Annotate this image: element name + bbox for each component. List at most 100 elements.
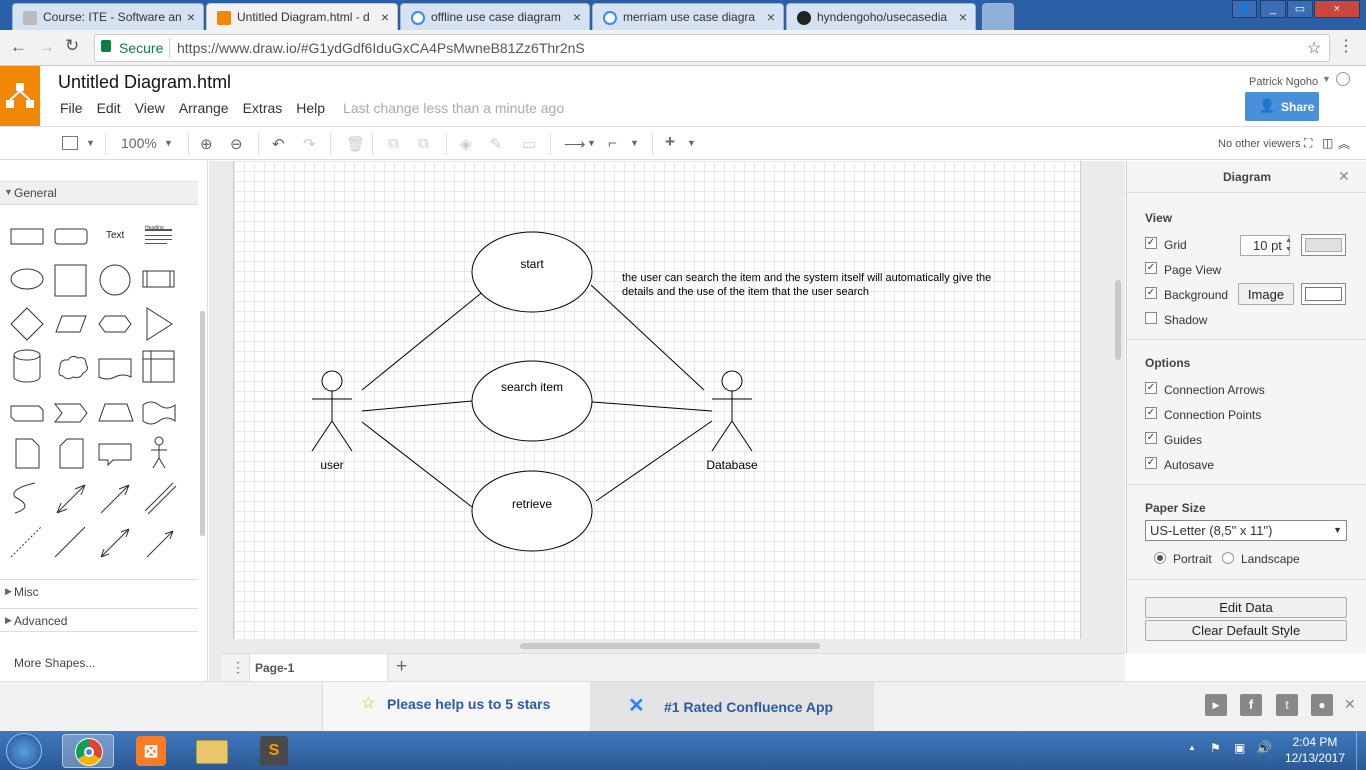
chrome-taskbar-icon[interactable] — [62, 734, 114, 768]
rate-banner[interactable]: ☆ Please help us to 5 stars — [322, 682, 590, 731]
maximize-button[interactable]: ▭ — [1287, 0, 1313, 18]
to-front-icon[interactable]: ⧉ — [388, 135, 399, 152]
globe-icon[interactable] — [1336, 72, 1350, 86]
page-menu-icon[interactable]: ⋮ — [231, 659, 245, 676]
file-explorer-taskbar-icon[interactable] — [186, 734, 238, 768]
delete-icon[interactable]: 🗑 — [346, 135, 365, 153]
facebook-icon[interactable]: f — [1240, 694, 1262, 716]
tray-expand-icon[interactable]: ▲ — [1188, 743, 1196, 752]
clock-date[interactable]: 12/13/2017 — [1280, 751, 1350, 765]
minimize-button[interactable]: _ — [1260, 0, 1286, 18]
usecase-label[interactable]: start — [472, 257, 592, 271]
text-shape[interactable]: Text — [106, 230, 124, 241]
menu-edit[interactable]: Edit — [97, 100, 121, 116]
autosave-checkbox[interactable]: ✓ — [1145, 457, 1157, 469]
close-tab-icon[interactable]: × — [187, 9, 195, 25]
redo-icon[interactable]: ↷ — [303, 135, 316, 153]
sublime-text-taskbar-icon[interactable]: S — [248, 734, 300, 768]
connection-arrow-icon[interactable]: ⟶ — [564, 135, 586, 153]
user-profile-icon[interactable]: 👤 — [1232, 0, 1257, 18]
waypoints-icon[interactable]: ⌐ — [608, 135, 617, 152]
more-shapes-link[interactable]: More Shapes... — [14, 656, 95, 670]
left-panel-scrollbar[interactable] — [200, 311, 205, 536]
close-tab-icon[interactable]: × — [573, 9, 581, 25]
general-section-header[interactable]: ▼ General — [0, 181, 198, 205]
landscape-radio[interactable] — [1222, 552, 1234, 564]
general-shapes-palette[interactable] — [0, 207, 198, 567]
chevron-down-icon[interactable]: ▼ — [687, 138, 696, 148]
background-checkbox[interactable]: ✓ — [1145, 287, 1157, 299]
advanced-section-header[interactable]: ▶ Advanced — [0, 608, 198, 632]
twitter-icon[interactable]: t — [1276, 694, 1298, 716]
shadow-checkbox[interactable] — [1145, 312, 1157, 324]
connection-points-checkbox[interactable]: ✓ — [1145, 407, 1157, 419]
page-view-checkbox[interactable]: ✓ — [1145, 262, 1157, 274]
usecase-label[interactable]: retrieve — [472, 497, 592, 511]
user-name[interactable]: Patrick Ngoho — [1249, 76, 1318, 88]
menu-extras[interactable]: Extras — [243, 100, 283, 116]
misc-section-header[interactable]: ▶ Misc — [0, 579, 198, 603]
browser-tab[interactable]: merriam use case diagra × — [592, 3, 784, 30]
chevron-down-icon[interactable]: ▼ — [1322, 74, 1331, 84]
browser-tab[interactable]: hyndengoho/usecasedia × — [786, 3, 976, 30]
url-bar[interactable]: Secure https://www.draw.io/#G1ydGdf6IduG… — [94, 34, 1330, 62]
drawio-logo-icon[interactable] — [0, 66, 40, 126]
toggle-panel-icon[interactable]: ◫ — [1322, 136, 1333, 150]
chevron-down-icon[interactable]: ▼ — [164, 138, 173, 148]
confluence-banner[interactable]: ✕ #1 Rated Confluence App — [590, 682, 874, 731]
chevron-down-icon[interactable]: ▼ — [630, 138, 639, 148]
diagram-page[interactable]: start search item retrieve user Database… — [233, 161, 1081, 639]
network-icon[interactable]: ▣ — [1234, 741, 1245, 755]
github-icon[interactable]: ● — [1311, 694, 1333, 716]
grid-checkbox[interactable]: ✓ — [1145, 237, 1157, 249]
fill-color-icon[interactable]: ◈ — [460, 135, 472, 153]
to-back-icon[interactable]: ⧉ — [418, 135, 429, 152]
zoom-level[interactable]: 100% — [121, 135, 157, 151]
back-arrow-icon[interactable]: ← — [10, 37, 27, 57]
url-text[interactable]: https://www.draw.io/#G1ydGdf6IduGxCA4PsM… — [177, 40, 585, 56]
collapse-header-icon[interactable]: ︽ — [1338, 135, 1350, 152]
close-tab-icon[interactable]: × — [959, 9, 967, 25]
horizontal-scrollbar[interactable] — [520, 643, 820, 649]
chevron-down-icon[interactable]: ▼ — [86, 138, 95, 148]
shadow-icon[interactable]: ▭ — [522, 135, 536, 153]
format-panel-icon[interactable] — [62, 136, 78, 150]
xampp-taskbar-icon[interactable]: ⊠ — [124, 734, 176, 768]
close-window-button[interactable]: × — [1314, 0, 1360, 18]
close-icon[interactable]: ✕ — [1338, 168, 1350, 185]
clock-time[interactable]: 2:04 PM — [1280, 735, 1350, 749]
menu-kebab-icon[interactable]: ⋮ — [1338, 36, 1354, 56]
browser-tab[interactable]: offline use case diagram × — [400, 3, 590, 30]
undo-icon[interactable]: ↶ — [272, 135, 285, 153]
document-title[interactable]: Untitled Diagram.html — [58, 72, 231, 93]
menu-arrange[interactable]: Arrange — [179, 100, 229, 116]
bookmark-star-icon[interactable]: ☆ — [1307, 38, 1321, 58]
close-banner-icon[interactable]: ✕ — [1344, 696, 1356, 713]
page-tab[interactable]: Page-1 — [249, 654, 388, 682]
insert-plus-icon[interactable]: + — [665, 132, 675, 152]
diagram-note-text[interactable]: the user can search the item and the sys… — [622, 271, 991, 299]
portrait-radio[interactable] — [1154, 552, 1166, 564]
use-case-diagram[interactable] — [234, 161, 1082, 639]
actor-label[interactable]: user — [292, 458, 372, 472]
show-desktop-button[interactable] — [1356, 731, 1366, 770]
guides-checkbox[interactable]: ✓ — [1145, 432, 1157, 444]
browser-tab[interactable]: Course: ITE - Software an × — [12, 3, 204, 30]
close-tab-icon[interactable]: × — [767, 9, 775, 25]
background-color-swatch[interactable] — [1301, 283, 1346, 305]
zoom-in-icon[interactable]: ⊕ — [200, 135, 213, 153]
new-tab-button[interactable] — [982, 3, 1014, 30]
volume-icon[interactable]: 🔊 — [1256, 740, 1272, 756]
menu-help[interactable]: Help — [296, 100, 325, 116]
menu-file[interactable]: File — [60, 100, 83, 116]
last-change-status[interactable]: Last change less than a minute ago — [343, 100, 564, 116]
connection-arrows-checkbox[interactable]: ✓ — [1145, 382, 1157, 394]
grid-size-input[interactable]: 10 pt — [1240, 235, 1290, 256]
add-page-icon[interactable]: + — [396, 656, 407, 678]
youtube-icon[interactable]: ▶ — [1205, 694, 1227, 716]
browser-tab-active[interactable]: Untitled Diagram.html - d × — [206, 3, 398, 30]
share-button[interactable]: 👤 Share — [1245, 92, 1319, 121]
clear-default-style-button[interactable]: Clear Default Style — [1145, 620, 1347, 641]
image-button[interactable]: Image — [1238, 283, 1294, 305]
stepper-icon[interactable]: ▲ ▼ — [1285, 236, 1292, 254]
